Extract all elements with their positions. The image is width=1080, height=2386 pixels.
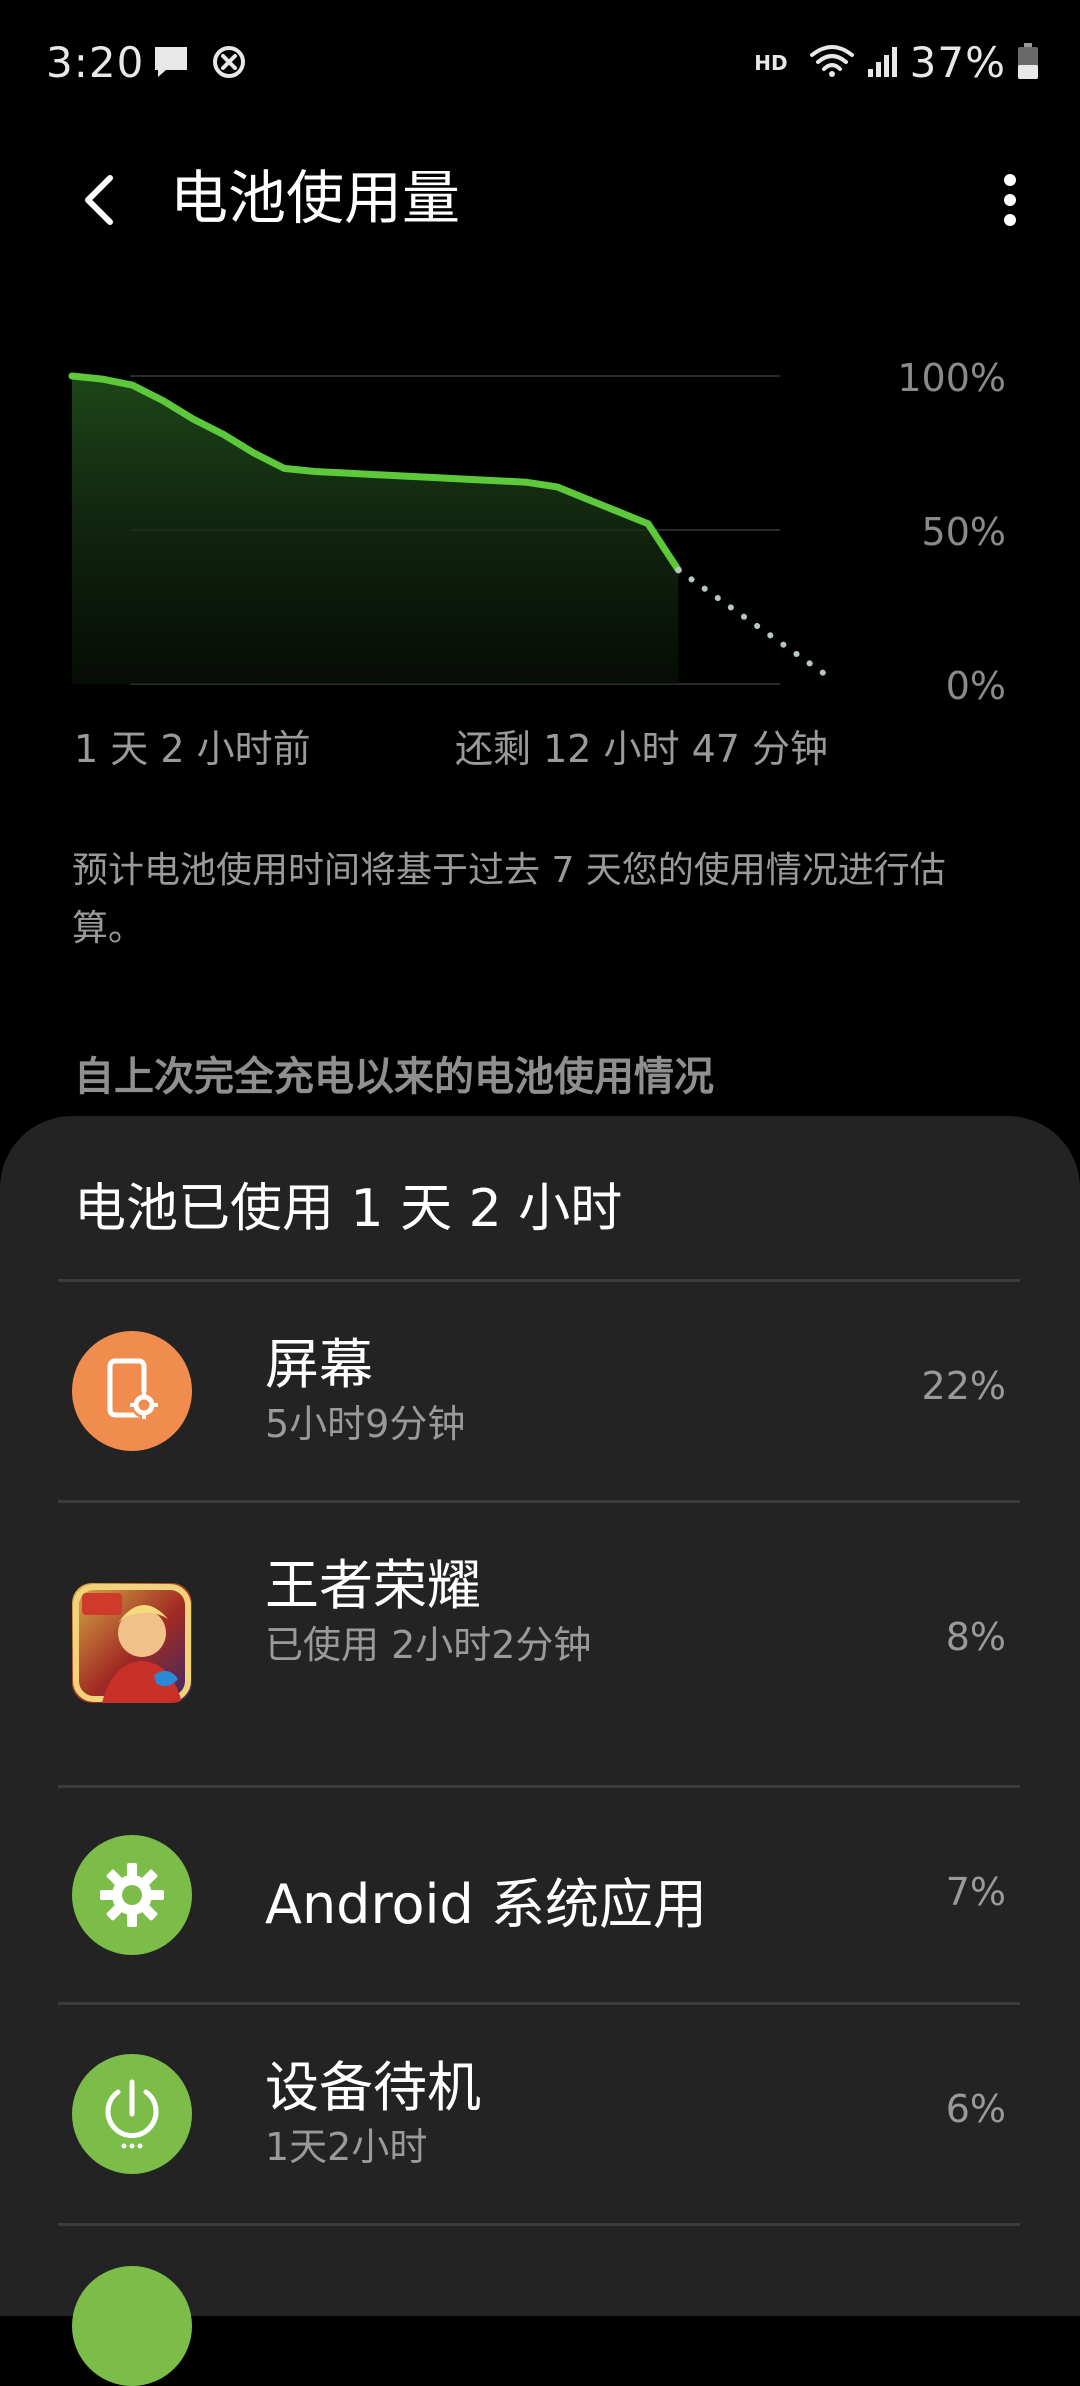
app-name: 王者荣耀	[265, 1554, 481, 1617]
app-usage-detail: 1天2小时	[265, 2125, 428, 2169]
signal-icon	[866, 43, 900, 83]
battery-chart: 100% 50% 0%	[0, 330, 1080, 730]
app-header: 电池使用量	[0, 150, 1080, 250]
blocked-icon	[212, 45, 246, 83]
notification-icons	[152, 44, 246, 84]
usage-row-game[interactable]: 王者荣耀 已使用 2小时2分钟 8%	[0, 1503, 1080, 1785]
game-app-icon	[72, 1583, 192, 1703]
estimate-note: 预计电池使用时间将基于过去 7 天您的使用情况进行估算。	[72, 850, 946, 949]
app-usage-detail: 已使用 2小时2分钟	[265, 1623, 592, 1667]
y-tick-label: 100%	[897, 356, 1006, 400]
app-percent: 8%	[945, 1615, 1006, 1659]
usage-row-device-standby[interactable]: 设备待机 1天2小时 6%	[0, 2005, 1080, 2223]
app-percent: 7%	[945, 1870, 1006, 1914]
page-title: 电池使用量	[170, 164, 461, 232]
chart-start-label: 1 天 2 小时前	[74, 727, 311, 771]
back-arrow-icon	[85, 175, 113, 225]
message-icon	[152, 44, 190, 84]
next-app-icon	[72, 2266, 192, 2386]
status-time: 3:20	[46, 38, 145, 87]
section-heading: 自上次完全充电以来的电池使用情况	[74, 1054, 714, 1100]
screen-settings-icon	[72, 1331, 192, 1451]
battery-icon	[1016, 41, 1040, 85]
usage-summary: 电池已使用 1 天 2 小时	[74, 1179, 623, 1239]
status-right: HD 37%	[754, 38, 1040, 87]
divider	[58, 2223, 1020, 2226]
y-tick-label: 50%	[921, 510, 1006, 554]
app-percent: 6%	[945, 2087, 1006, 2131]
battery-percent: 37%	[909, 38, 1006, 87]
app-name: Android 系统应用	[265, 1873, 707, 1936]
usage-row-android-system[interactable]: Android 系统应用 7%	[0, 1788, 1080, 2002]
gear-icon	[72, 1835, 192, 1955]
app-percent: 22%	[921, 1364, 1006, 1408]
more-options-button[interactable]	[980, 160, 1040, 240]
usage-sheet: 电池已使用 1 天 2 小时 屏幕 5小时9分钟 22% 王者荣耀 已使用 2小…	[0, 1116, 1080, 2386]
power-icon	[72, 2054, 192, 2174]
projected-battery-line	[675, 567, 833, 681]
app-usage-detail: 5小时9分钟	[265, 1402, 466, 1446]
status-bar: 3:20 HD 37%	[0, 0, 1080, 130]
app-name: 屏幕	[265, 1333, 373, 1396]
hd-badge: HD	[754, 50, 788, 75]
more-vert-icon	[1004, 174, 1016, 226]
usage-area	[72, 376, 679, 684]
app-name: 设备待机	[265, 2056, 481, 2119]
usage-row-screen[interactable]: 屏幕 5小时9分钟 22%	[0, 1282, 1080, 1500]
back-button[interactable]	[58, 160, 138, 240]
wifi-icon	[808, 43, 856, 83]
remaining-time-label: 还剩 12 小时 47 分钟	[455, 727, 829, 771]
y-tick-label: 0%	[945, 664, 1006, 708]
